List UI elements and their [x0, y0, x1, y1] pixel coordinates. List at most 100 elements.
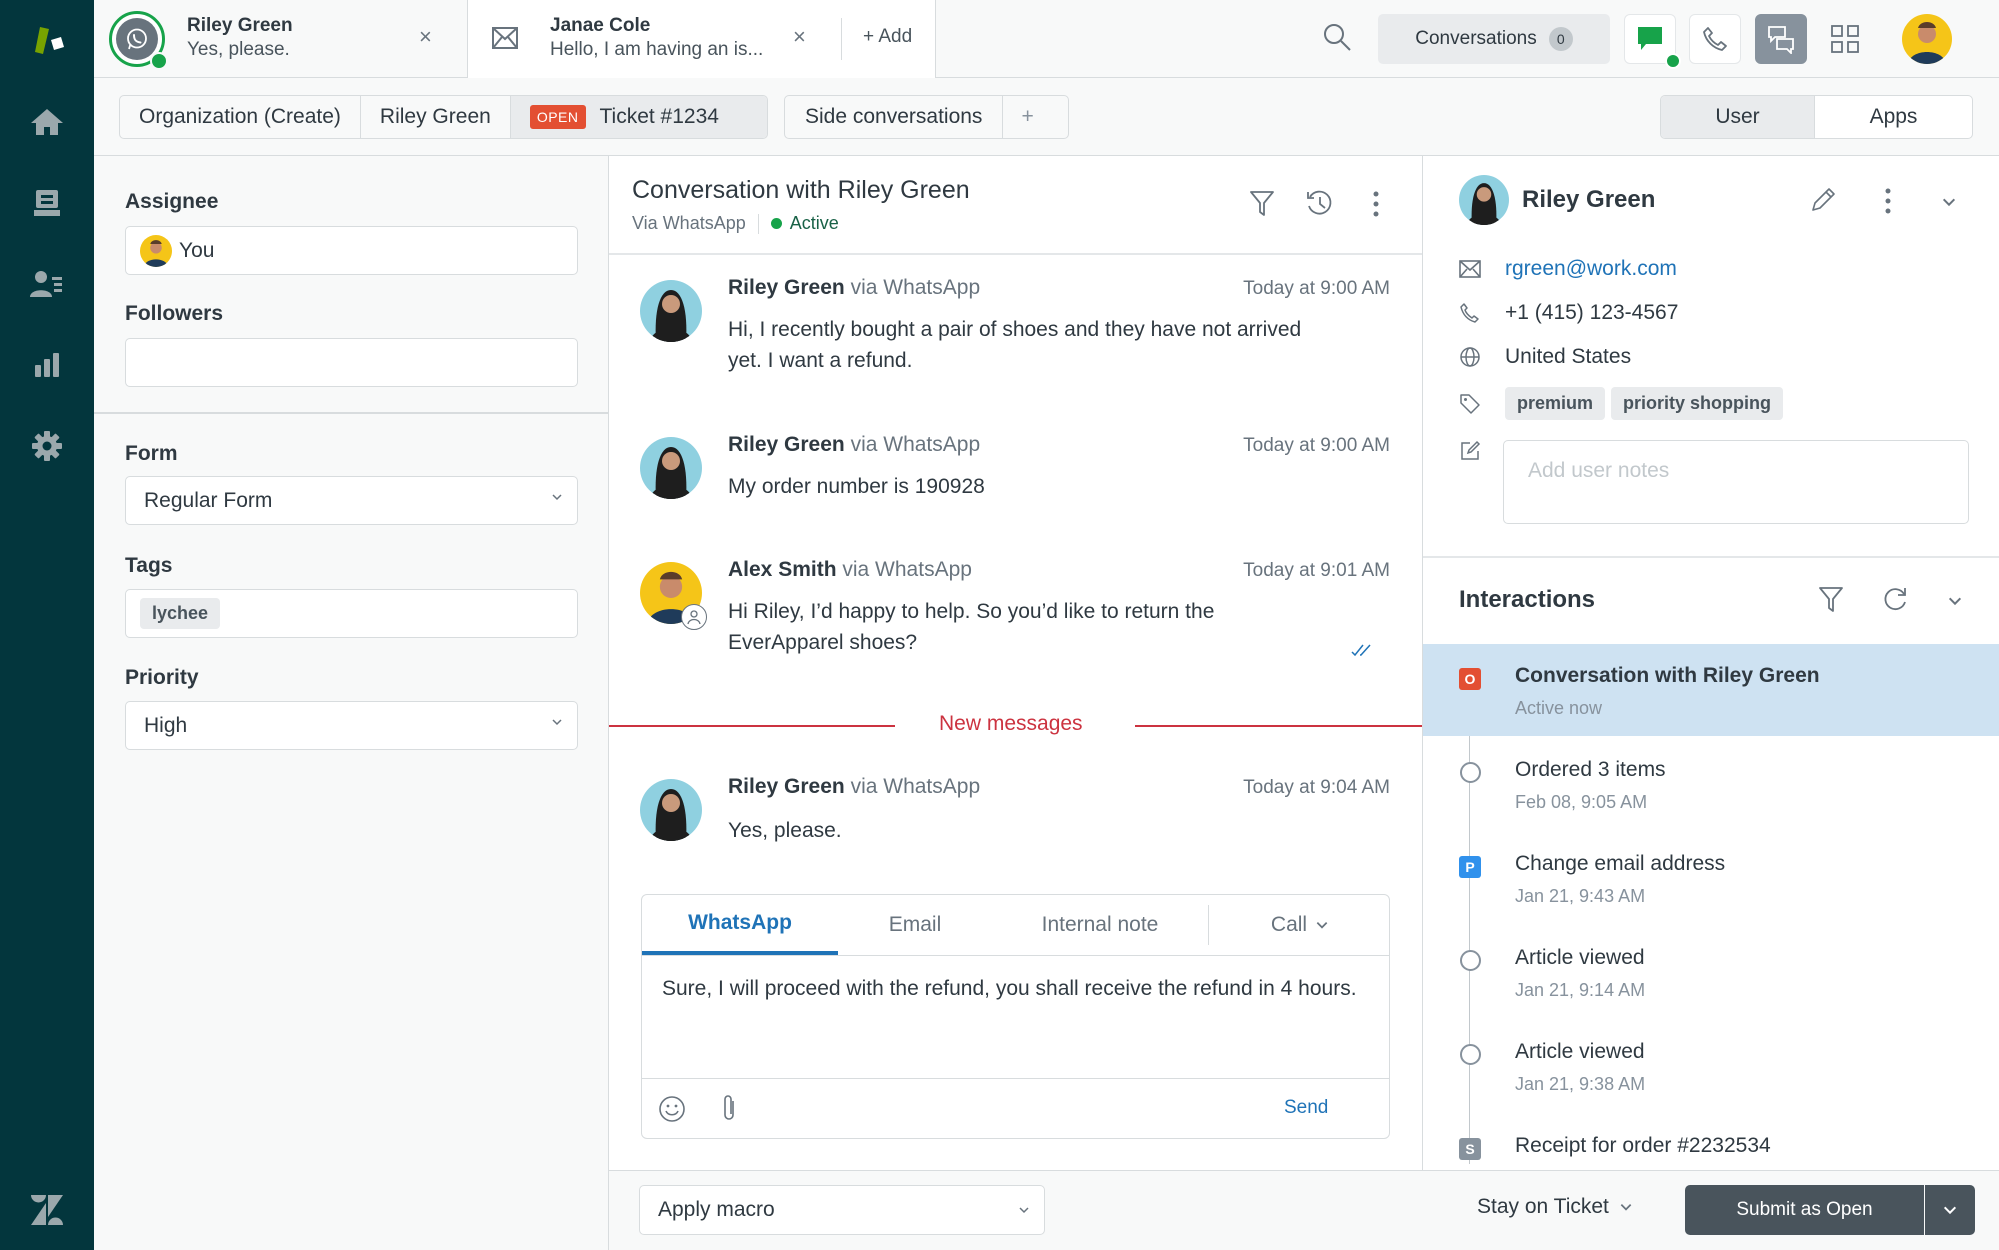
message-item: Riley Green via WhatsApp Today at 9:00 A… [609, 433, 1422, 513]
customers-icon[interactable] [27, 264, 67, 304]
interaction-title: Article viewed [1515, 1040, 1645, 1063]
search-icon[interactable] [1322, 22, 1352, 52]
assignee-label: Assignee [125, 190, 219, 213]
refresh-icon[interactable] [1881, 586, 1909, 614]
customer-email-link[interactable]: rgreen@work.com [1505, 257, 1677, 281]
stay-on-ticket-dropdown[interactable]: Stay on Ticket [1477, 1195, 1633, 1219]
inbox-icon[interactable] [27, 183, 67, 223]
apply-macro-select[interactable]: Apply macro [639, 1185, 1045, 1235]
submit-options-button[interactable] [1925, 1185, 1975, 1235]
breadcrumb-ticket[interactable]: OPEN Ticket #1234 [510, 96, 767, 138]
interaction-item[interactable]: P Change email address Jan 21, 9:43 AM [1423, 832, 1999, 924]
message-author: Riley Green via WhatsApp [728, 775, 981, 798]
zendesk-product-logo-icon[interactable] [27, 20, 67, 60]
customer-tag[interactable]: premium [1505, 387, 1606, 420]
phone-icon [1703, 27, 1727, 51]
breadcrumb-organization[interactable]: Organization (Create) [120, 96, 361, 138]
customer-tag[interactable]: priority shopping [1611, 387, 1784, 420]
user-notes-textarea[interactable]: Add user notes [1503, 440, 1969, 524]
interaction-item[interactable]: O Conversation with Riley Green Active n… [1423, 644, 1999, 736]
composer-tab-whatsapp[interactable]: WhatsApp [642, 895, 838, 955]
chevron-down-icon [552, 494, 562, 501]
riley-avatar [640, 779, 702, 841]
conversation-header: Conversation with Riley Green Via WhatsA… [609, 156, 1422, 255]
interaction-item[interactable]: Article viewed Jan 21, 9:14 AM [1423, 926, 1999, 1018]
composer-tab-internal-note[interactable]: Internal note [992, 895, 1208, 955]
emoji-icon[interactable] [658, 1095, 686, 1123]
side-conversations-button[interactable] [1755, 14, 1807, 64]
conversations-button[interactable]: Conversations 0 [1378, 14, 1610, 64]
close-tab-icon[interactable]: × [793, 24, 806, 50]
interaction-item[interactable]: S Receipt for order #2232534 Jan 05, 3:0… [1423, 1114, 1999, 1170]
edit-icon[interactable] [1809, 186, 1837, 214]
breadcrumb-bar: Organization (Create) Riley Green OPEN T… [94, 78, 1999, 156]
home-icon[interactable] [27, 102, 67, 142]
bar-chart-icon[interactable] [27, 345, 67, 385]
more-options-icon[interactable] [1884, 188, 1892, 214]
zendesk-logo-icon[interactable] [27, 1190, 67, 1230]
filter-icon[interactable] [1249, 190, 1275, 218]
solved-status-icon: S [1459, 1138, 1481, 1160]
message-author: Alex Smith via WhatsApp [728, 558, 972, 581]
send-button[interactable]: Send [1284, 1097, 1328, 1119]
interaction-item[interactable]: Ordered 3 items Feb 08, 9:05 AM [1423, 738, 1999, 830]
ticket-tab-riley-green[interactable]: Riley Green Yes, please. × [94, 0, 466, 78]
message-timestamp: Today at 9:00 AM [1243, 278, 1390, 299]
composer-tab-email[interactable]: Email [838, 895, 992, 955]
apply-macro-label: Apply macro [658, 1198, 775, 1221]
tab-apps[interactable]: Apps [1815, 96, 1972, 138]
add-side-conversation-button[interactable]: + [1003, 96, 1051, 138]
ticket-tab-janae-cole[interactable]: Janae Cole Hello, I am having an is... ×… [467, 0, 936, 78]
interaction-item[interactable]: Article viewed Jan 21, 9:38 AM [1423, 1020, 1999, 1112]
filter-icon[interactable] [1818, 586, 1844, 614]
close-tab-icon[interactable]: × [419, 24, 432, 50]
history-icon[interactable] [1305, 189, 1335, 219]
divider [757, 213, 759, 234]
submit-button[interactable]: Submit as Open [1685, 1185, 1924, 1235]
message-item: Alex Smith via WhatsApp Today at 9:01 AM… [609, 558, 1422, 668]
ticket-label: Ticket #1234 [599, 105, 719, 128]
form-value: Regular Form [144, 488, 273, 512]
breadcrumb-user[interactable]: Riley Green [361, 96, 511, 138]
context-tabs: User Apps [1660, 95, 1973, 139]
chevron-down-icon [1019, 1207, 1029, 1214]
interaction-subtitle: Feb 08, 9:05 AM [1515, 792, 1648, 812]
status-badge: OPEN [529, 105, 586, 129]
message-text: Yes, please. [728, 819, 842, 842]
reply-textarea[interactable]: Sure, I will proceed with the refund, yo… [662, 973, 1362, 1004]
customer-context-panel: Riley Green rgreen@work.com +1 (415) 123… [1422, 156, 1999, 1170]
chevron-down-icon [1620, 1204, 1632, 1211]
chevron-down-icon [552, 719, 562, 726]
user-avatar[interactable] [1902, 14, 1952, 64]
interaction-subtitle: Jan 21, 9:14 AM [1515, 980, 1646, 1000]
side-conversations-button[interactable]: Side conversations [785, 96, 1004, 138]
customer-phone: +1 (415) 123-4567 [1505, 301, 1679, 324]
followers-field[interactable] [125, 338, 578, 387]
interactions-list: O Conversation with Riley Green Active n… [1423, 644, 1999, 1170]
messaging-status-button[interactable] [1624, 14, 1681, 69]
tags-field[interactable]: lychee [125, 589, 578, 638]
conversation-panel: Conversation with Riley Green Via WhatsA… [609, 156, 1422, 1170]
more-options-icon[interactable] [1372, 191, 1380, 217]
assignee-field[interactable]: You [125, 226, 578, 275]
ticket-properties-panel: Assignee You Followers Form Regular Form… [94, 156, 609, 1250]
phone-button[interactable] [1689, 14, 1741, 64]
form-select[interactable]: Regular Form [125, 476, 578, 525]
message-timestamp: Today at 9:00 AM [1243, 435, 1390, 456]
tags-label: Tags [125, 554, 173, 577]
collapse-chevron-icon[interactable] [1941, 194, 1957, 210]
priority-select[interactable]: High [125, 701, 578, 750]
collapse-chevron-icon[interactable] [1947, 593, 1963, 609]
add-tab-button[interactable]: + Add [863, 26, 912, 48]
mail-icon [1459, 260, 1481, 278]
composer-tab-call[interactable]: Call [1209, 895, 1391, 955]
side-conversations-group: Side conversations + [784, 95, 1069, 139]
interaction-title: Ordered 3 items [1515, 758, 1666, 781]
read-receipt-icon [1351, 642, 1375, 658]
tab-user[interactable]: User [1661, 96, 1816, 138]
tag-lychee[interactable]: lychee [140, 598, 221, 629]
gear-icon[interactable] [27, 426, 67, 466]
notes-icon [1459, 440, 1481, 462]
apps-grid-icon[interactable] [1831, 25, 1859, 53]
attachment-icon[interactable] [720, 1093, 738, 1123]
